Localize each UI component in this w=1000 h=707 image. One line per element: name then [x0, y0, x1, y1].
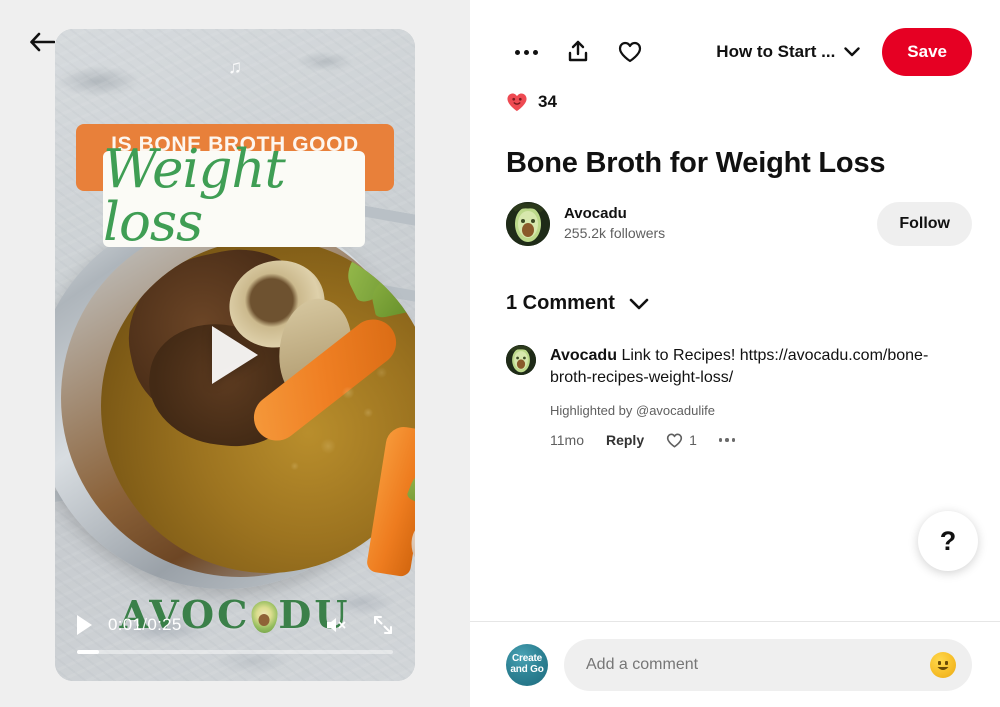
share-icon — [568, 40, 588, 62]
author-row: Avocadu 255.2k followers Follow — [470, 180, 1000, 246]
heart-outline-icon — [666, 433, 683, 448]
play-button[interactable] — [77, 615, 92, 635]
list-item: Avocadu Link to Recipes! https://avocadu… — [470, 315, 1000, 448]
fullscreen-button[interactable] — [373, 615, 393, 635]
duration: 0:25 — [147, 615, 182, 634]
time-separator: / — [142, 615, 148, 634]
video-timecode: 0:01/0:25 — [108, 615, 182, 635]
video-player[interactable]: ♫ IS BONE BROTH GOOD FOR Weight loss AVO… — [55, 29, 415, 681]
pin-toolbar: How to Start ... Save — [470, 0, 1000, 76]
comment-input[interactable] — [586, 655, 918, 674]
author-name: Avocadu — [564, 205, 627, 223]
avatar-line-2: and Go — [510, 663, 544, 675]
board-selector[interactable]: How to Start ... — [712, 36, 864, 68]
author-followers: 255.2k followers — [564, 224, 666, 241]
heart-outline-icon — [618, 41, 642, 63]
pin-detail-page: ♫ IS BONE BROTH GOOD FOR Weight loss AVO… — [0, 0, 1000, 707]
avocado-avatar-icon — [506, 345, 536, 375]
comments-count: 1 Comment — [506, 292, 615, 314]
comment-like-button[interactable]: 1 — [666, 432, 697, 448]
comment-reply-button[interactable]: Reply — [606, 432, 644, 448]
reaction-count: 34 — [538, 92, 557, 111]
more-options-icon — [718, 438, 736, 442]
mute-button[interactable] — [325, 615, 347, 635]
comments-header: 1 Comment — [470, 246, 1000, 315]
more-options-button[interactable] — [506, 32, 546, 72]
fullscreen-icon — [374, 616, 392, 634]
avatar[interactable]: Create and Go — [506, 643, 548, 686]
comments-toggle-button[interactable] — [629, 298, 649, 310]
more-options-icon — [514, 49, 538, 55]
smiley-emoji-icon — [937, 660, 949, 670]
page-title: Bone Broth for Weight Loss — [506, 147, 886, 179]
video-progress-fill — [77, 650, 100, 654]
video-panel: ♫ IS BONE BROTH GOOD FOR Weight loss AVO… — [0, 0, 470, 707]
current-time: 0:01 — [108, 615, 143, 634]
board-name: How to Start ... — [716, 42, 836, 61]
follow-button[interactable]: Follow — [877, 202, 972, 246]
share-button[interactable] — [558, 32, 598, 72]
video-progress-bar[interactable] — [77, 650, 393, 654]
music-note-icon: ♫ — [227, 57, 243, 78]
avatar[interactable] — [506, 202, 550, 246]
comment-input-wrapper[interactable] — [564, 638, 972, 691]
comment-text: Avocadu Link to Recipes! https://avocadu… — [550, 345, 964, 389]
video-headline-bottom-box: Weight loss — [103, 143, 365, 249]
chevron-down-icon — [629, 298, 649, 309]
comment-like-count: 1 — [689, 432, 697, 449]
smiling-heart-emoji-icon — [506, 92, 528, 112]
avocado-avatar-icon — [506, 202, 550, 246]
comment-composer: Create and Go — [470, 621, 1000, 707]
save-button[interactable]: Save — [882, 28, 972, 76]
video-controls: 0:01/0:25 — [55, 601, 415, 681]
comment-more-button[interactable] — [718, 438, 736, 442]
comment-actions: 11mo Reply 1 — [550, 432, 964, 448]
help-button[interactable]: ? — [918, 511, 978, 571]
mute-icon — [327, 618, 346, 632]
pin-info-panel: How to Start ... Save 34 Bone Broth for … — [470, 0, 1000, 707]
video-headline-bottom: Weight loss — [103, 139, 286, 253]
arrow-left-icon — [30, 32, 55, 52]
reaction-summary[interactable]: 34 — [470, 76, 1000, 112]
emoji-picker-button[interactable] — [930, 651, 956, 678]
comment-author[interactable]: Avocadu — [550, 347, 617, 364]
comment-timestamp: 11mo — [550, 432, 584, 449]
comment-highlight-note: Highlighted by @avocadulife — [550, 403, 715, 419]
author-meta: Avocadu 255.2k followers — [564, 204, 877, 243]
comment-body: Avocadu Link to Recipes! https://avocadu… — [550, 345, 964, 448]
play-overlay-button[interactable] — [212, 326, 258, 384]
chevron-down-icon — [844, 47, 860, 57]
avatar[interactable] — [506, 345, 536, 375]
favorite-button[interactable] — [610, 32, 650, 72]
avatar-line-1: Create — [512, 653, 542, 664]
back-button[interactable] — [26, 26, 58, 58]
broth-pot-illustration — [55, 205, 415, 607]
